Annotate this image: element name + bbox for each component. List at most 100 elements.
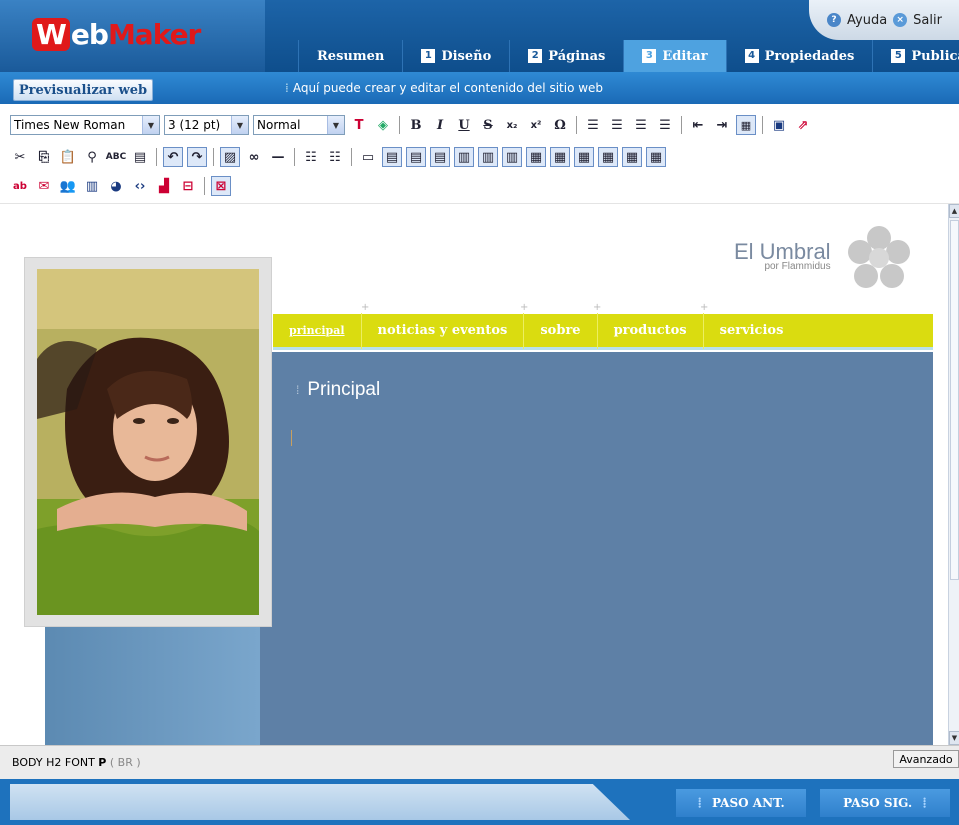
tab-label: Editar — [662, 48, 708, 64]
toolbar-separator — [351, 148, 352, 166]
cell-properties-icon[interactable]: ▦ — [646, 147, 666, 167]
outdent-icon[interactable]: ⇤ — [688, 115, 708, 135]
indent-icon[interactable]: ⇥ — [712, 115, 732, 135]
plus-marker-icon: + — [593, 302, 602, 313]
font-size-select[interactable]: 3 (12 pt) ▼ — [164, 115, 249, 135]
insert-link-icon[interactable]: ∞ — [244, 147, 264, 167]
select-all-icon[interactable]: ▤ — [130, 147, 150, 167]
advanced-button[interactable]: Avanzado — [893, 750, 959, 768]
tab-label: Publicar — [911, 48, 959, 64]
text-color-icon[interactable]: T — [349, 115, 369, 135]
next-step-button[interactable]: PASO SIG. ⁞ — [820, 789, 950, 817]
tab-propiedades[interactable]: 4 Propiedades — [725, 40, 873, 72]
nav-item-sobre[interactable]: sobre — [524, 312, 598, 349]
nav-item-productos[interactable]: productos — [598, 312, 704, 349]
status-bar: BODY H2 FONT P ( BR ) Avanzado — [0, 745, 959, 779]
text-cursor — [291, 430, 292, 446]
path-main[interactable]: BODY H2 FONT — [12, 756, 95, 769]
table-delete-row-icon[interactable]: ▤ — [430, 147, 450, 167]
tab-diseno[interactable]: 1 Diseño — [402, 40, 509, 72]
module-icon[interactable]: ⊟ — [178, 176, 198, 196]
arrow-left-icon: ⁞ — [697, 794, 703, 811]
tab-editar[interactable]: 3 Editar — [623, 40, 726, 72]
bold-icon[interactable]: B — [406, 115, 426, 135]
export-icon[interactable]: ⇗ — [793, 115, 813, 135]
strikethrough-icon[interactable]: S — [478, 115, 498, 135]
tab-paginas[interactable]: 2 Páginas — [509, 40, 623, 72]
align-left-icon[interactable]: ☰ — [583, 115, 603, 135]
underline-icon[interactable]: U — [454, 115, 474, 135]
editor-canvas[interactable]: El Umbral por Flammidus + + + + principa… — [0, 204, 948, 745]
path-current[interactable]: P — [98, 756, 106, 769]
paste-icon[interactable]: 📋 — [58, 147, 78, 167]
gallery-icon[interactable]: ▥ — [82, 176, 102, 196]
help-link[interactable]: Ayuda — [847, 13, 887, 28]
cut-icon[interactable]: ✂ — [10, 147, 30, 167]
table-insert-col-right-icon[interactable]: ▥ — [478, 147, 498, 167]
copy-icon[interactable]: ⎘ — [34, 147, 54, 167]
unordered-list-icon[interactable]: ☷ — [325, 147, 345, 167]
tab-publicar[interactable]: 5 Publicar — [872, 40, 959, 72]
top-links: ? Ayuda × Salir — [809, 0, 959, 40]
italic-icon[interactable]: I — [430, 115, 450, 135]
find-icon[interactable]: ⚲ — [82, 147, 102, 167]
align-center-icon[interactable]: ☰ — [607, 115, 627, 135]
insert-table-icon[interactable]: ▭ — [358, 147, 378, 167]
table-split-cells-icon[interactable]: ▦ — [550, 147, 570, 167]
nav-item-principal[interactable]: principal — [273, 312, 362, 349]
insert-image-icon[interactable]: ▨ — [220, 147, 240, 167]
form-field-icon[interactable]: ab — [10, 176, 30, 196]
web-icon[interactable]: ◕ — [106, 176, 126, 196]
undo-icon[interactable]: ↶ — [163, 147, 183, 167]
subscript-icon[interactable]: x₂ — [502, 115, 522, 135]
table-merge-cells-icon[interactable]: ▦ — [526, 147, 546, 167]
chart-icon[interactable]: ▟ — [154, 176, 174, 196]
block-format-select[interactable]: Normal ▼ — [253, 115, 345, 135]
table-delete-col-icon[interactable]: ▥ — [502, 147, 522, 167]
table-insert-cell-icon[interactable]: ▦ — [574, 147, 594, 167]
nav-item-servicios[interactable]: servicios — [704, 313, 800, 349]
step-tabs: Resumen 1 Diseño 2 Páginas 3 Editar 4 Propie… — [298, 40, 959, 72]
email-link-icon[interactable]: ✉ — [34, 176, 54, 196]
webmaker-logo: WebMaker — [32, 18, 201, 51]
logo-eb: eb — [70, 18, 109, 51]
preview-web-button[interactable]: Previsualizar web — [13, 79, 153, 101]
chevron-down-icon[interactable]: ▼ — [142, 116, 159, 134]
scroll-up-icon[interactable]: ▲ — [949, 204, 959, 218]
path-dim[interactable]: ( BR ) — [110, 756, 141, 769]
special-char-icon[interactable]: Ω — [550, 115, 570, 135]
align-justify-icon[interactable]: ☰ — [655, 115, 675, 135]
html-code-icon[interactable]: ‹› — [130, 176, 150, 196]
align-right-icon[interactable]: ☰ — [631, 115, 651, 135]
chevron-down-icon[interactable]: ▼ — [327, 116, 344, 134]
table-delete-cell-icon[interactable]: ▦ — [598, 147, 618, 167]
prev-step-button[interactable]: ⁞ PASO ANT. — [676, 789, 806, 817]
table-insert-col-left-icon[interactable]: ▥ — [454, 147, 474, 167]
table-insert-row-below-icon[interactable]: ▤ — [406, 147, 426, 167]
table-insert-row-above-icon[interactable]: ▤ — [382, 147, 402, 167]
spellcheck-icon[interactable]: ABC — [106, 147, 126, 167]
exit-link[interactable]: Salir — [913, 13, 942, 28]
highlight-color-icon[interactable]: ◈ — [373, 115, 393, 135]
font-family-select[interactable]: Times New Roman ▼ — [10, 115, 160, 135]
page-heading-text[interactable]: Principal — [307, 379, 380, 400]
scroll-thumb[interactable] — [950, 220, 959, 580]
help-icon[interactable]: ? — [827, 13, 841, 27]
page-heading[interactable]: ⁞ Principal — [296, 379, 380, 401]
exit-icon[interactable]: × — [893, 13, 908, 27]
nav-item-noticias[interactable]: noticias y eventos — [362, 312, 525, 349]
clear-format-icon[interactable]: ⊠ — [211, 176, 231, 196]
editor-scrollbar[interactable]: ▲ ▼ — [948, 204, 959, 745]
users-icon[interactable]: 👥 — [58, 176, 78, 196]
scroll-down-icon[interactable]: ▼ — [949, 731, 959, 745]
save-icon[interactable]: ▣ — [769, 115, 789, 135]
table-properties-icon[interactable]: ▦ — [622, 147, 642, 167]
show-borders-icon[interactable]: ▦ — [736, 115, 756, 135]
tab-resumen[interactable]: Resumen — [298, 40, 402, 72]
redo-icon[interactable]: ↷ — [187, 147, 207, 167]
horizontal-rule-icon[interactable]: — — [268, 147, 288, 167]
ordered-list-icon[interactable]: ☷ — [301, 147, 321, 167]
superscript-icon[interactable]: x² — [526, 115, 546, 135]
editor-toolbar: Times New Roman ▼ 3 (12 pt) ▼ Normal ▼ T ◈ … — [0, 104, 959, 204]
chevron-down-icon[interactable]: ▼ — [231, 116, 248, 134]
